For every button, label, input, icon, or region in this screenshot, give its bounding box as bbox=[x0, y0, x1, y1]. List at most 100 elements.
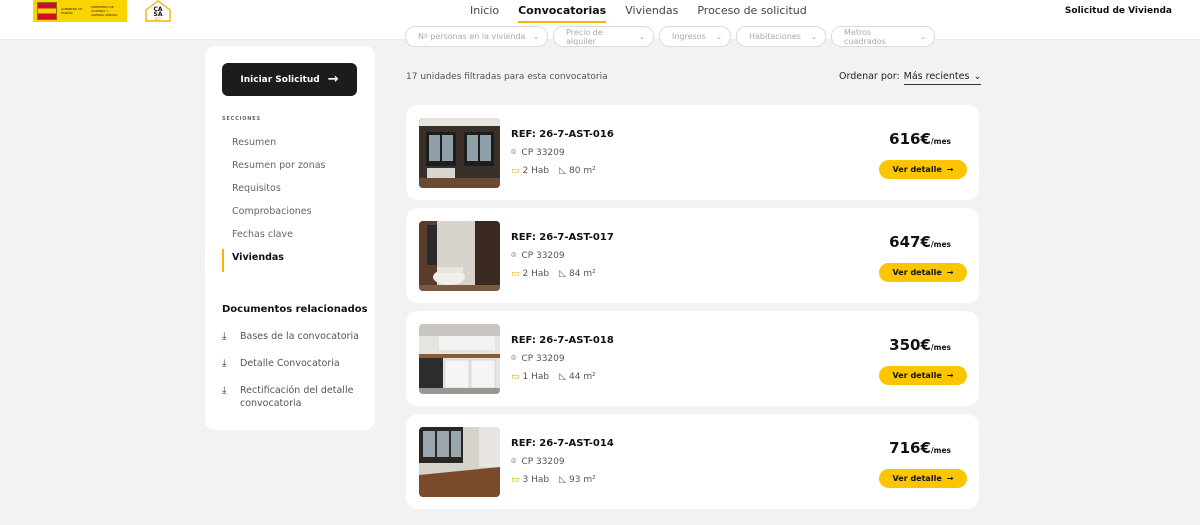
listing-price: 716€/mes bbox=[889, 439, 951, 457]
rooms-text: 1 Hab bbox=[522, 372, 550, 382]
location-pin-icon: ⌾ bbox=[511, 251, 517, 261]
listing-ref: REF: 26-7-AST-016 bbox=[511, 129, 614, 140]
doc-link-bases[interactable]: ⤓ Bases de la convocatoria bbox=[222, 330, 367, 343]
ministry-logo-text: MINISTERIO DE VIVIENDA Y AGENDA URBANA bbox=[91, 5, 118, 17]
casa-logo-line3: 47 bbox=[155, 17, 161, 22]
doc-link-label: Bases de la convocatoria bbox=[240, 331, 359, 342]
sections-list: Resumen Resumen por zonas Requisitos Com… bbox=[222, 134, 362, 272]
nav-item-convocatorias[interactable]: Convocatorias bbox=[518, 4, 607, 23]
chevron-down-icon: ⌄ bbox=[920, 32, 926, 41]
section-item-fechas-clave[interactable]: Fechas clave bbox=[222, 226, 362, 249]
ver-detalle-button[interactable]: Ver detalle → bbox=[879, 160, 967, 179]
listing-card[interactable]: REF: 26-7-AST-016 ⌾ CP 33209 ▭ 2 Hab ◺ 80 m… bbox=[406, 105, 979, 200]
doc-link-label: Detalle Convocatoria bbox=[240, 358, 340, 369]
listing-photo bbox=[419, 221, 500, 291]
listing-card[interactable]: REF: 26-7-AST-014 ⌾ CP 33209 ▭ 3 Hab ◺ 93 m… bbox=[406, 414, 979, 509]
price-value: 350€ bbox=[889, 336, 931, 354]
doc-link-rectificacion[interactable]: ⤓ Rectificación del detalle convocatoria bbox=[222, 384, 367, 410]
listing-postcode: ⌾ CP 33209 bbox=[511, 354, 565, 364]
filter-precio[interactable]: Precio de alquiler ⌄ bbox=[553, 26, 654, 47]
listing-photo bbox=[419, 118, 500, 188]
sort-select[interactable]: Más recientes ⌄ bbox=[903, 71, 982, 85]
filter-label: Precio de alquiler bbox=[566, 27, 603, 46]
gov-logo-text: GOBIERNO DE ESPAÑA bbox=[61, 7, 83, 15]
rooms-text: 2 Hab bbox=[522, 269, 550, 279]
filter-label: Nº personas en la vivienda bbox=[418, 32, 526, 41]
chevron-down-icon: ⌄ bbox=[973, 71, 982, 82]
ver-detalle-button[interactable]: Ver detalle → bbox=[879, 469, 967, 488]
area-icon: ◺ bbox=[559, 166, 567, 176]
sort-control: Ordenar por: Más recientes ⌄ bbox=[839, 71, 982, 85]
ver-detalle-button[interactable]: Ver detalle → bbox=[879, 263, 967, 282]
download-icon: ⤓ bbox=[222, 358, 227, 369]
area-text: 93 m² bbox=[569, 475, 596, 485]
doc-link-detalle[interactable]: ⤓ Detalle Convocatoria bbox=[222, 357, 367, 370]
price-value: 716€ bbox=[889, 439, 931, 457]
arrow-right-icon: → bbox=[946, 474, 954, 483]
section-item-viviendas[interactable]: Viviendas bbox=[222, 249, 362, 272]
listing-rooms: ▭ 1 Hab bbox=[511, 372, 549, 382]
price-value: 616€ bbox=[889, 130, 931, 148]
listing-meta: ▭ 2 Hab ◺ 84 m² bbox=[511, 269, 596, 279]
area-icon: ◺ bbox=[559, 372, 567, 382]
download-icon: ⤓ bbox=[222, 331, 227, 342]
listing-area: ◺ 84 m² bbox=[559, 269, 596, 279]
nav-item-viviendas[interactable]: Viviendas bbox=[625, 4, 678, 23]
sections-heading: SECCIONES bbox=[222, 116, 261, 122]
location-pin-icon: ⌾ bbox=[511, 354, 517, 364]
iniciar-solicitud-label: Iniciar Solicitud bbox=[240, 74, 320, 85]
area-icon: ◺ bbox=[559, 475, 567, 485]
filter-habitaciones[interactable]: Habitaciones ⌄ bbox=[736, 26, 826, 47]
listing-meta: ▭ 2 Hab ◺ 80 m² bbox=[511, 166, 596, 176]
listing-postcode: ⌾ CP 33209 bbox=[511, 457, 565, 467]
section-item-resumen-zonas[interactable]: Resumen por zonas bbox=[222, 157, 362, 180]
chevron-down-icon: ⌄ bbox=[533, 32, 539, 41]
arrow-right-icon: → bbox=[327, 72, 339, 87]
area-icon: ◺ bbox=[559, 269, 567, 279]
postcode-text: CP 33209 bbox=[521, 354, 565, 364]
iniciar-solicitud-button[interactable]: Iniciar Solicitud → bbox=[222, 63, 357, 96]
ver-detalle-button[interactable]: Ver detalle → bbox=[879, 366, 967, 385]
solicitud-vivienda-link[interactable]: Solicitud de Vivienda bbox=[1065, 6, 1172, 16]
ver-detalle-label: Ver detalle bbox=[892, 371, 942, 380]
chevron-down-icon: ⌄ bbox=[639, 32, 645, 41]
area-text: 80 m² bbox=[569, 166, 596, 176]
section-item-requisitos[interactable]: Requisitos bbox=[222, 180, 362, 203]
location-pin-icon: ⌾ bbox=[511, 148, 517, 158]
filter-label: Habitaciones bbox=[749, 32, 801, 41]
arrow-right-icon: → bbox=[946, 165, 954, 174]
listing-card[interactable]: REF: 26-7-AST-018 ⌾ CP 33209 ▭ 1 Hab ◺ 44 m… bbox=[406, 311, 979, 406]
chevron-down-icon: ⌄ bbox=[716, 32, 722, 41]
listing-postcode: ⌾ CP 33209 bbox=[511, 251, 565, 261]
listing-ref: REF: 26-7-AST-017 bbox=[511, 232, 614, 243]
download-icon: ⤓ bbox=[222, 385, 227, 396]
listing-card[interactable]: REF: 26-7-AST-017 ⌾ CP 33209 ▭ 2 Hab ◺ 84 m… bbox=[406, 208, 979, 303]
filter-personas[interactable]: Nº personas en la vivienda ⌄ bbox=[405, 26, 548, 47]
listing-area: ◺ 44 m² bbox=[559, 372, 596, 382]
sort-label: Ordenar por: bbox=[839, 71, 900, 82]
nav-item-proceso[interactable]: Proceso de solicitud bbox=[697, 4, 806, 23]
sort-value: Más recientes bbox=[903, 71, 970, 82]
postcode-text: CP 33209 bbox=[521, 148, 565, 158]
spain-shield-icon bbox=[37, 2, 57, 20]
listing-rooms: ▭ 2 Hab bbox=[511, 166, 549, 176]
arrow-right-icon: → bbox=[946, 371, 954, 380]
filter-metros[interactable]: Metros cuadrados ⌄ bbox=[831, 26, 935, 47]
price-unit: /mes bbox=[930, 343, 951, 352]
nav-item-inicio[interactable]: Inicio bbox=[470, 4, 499, 23]
listing-price: 350€/mes bbox=[889, 336, 951, 354]
government-logo[interactable]: GOBIERNO DE ESPAÑA MINISTERIO DE VIVIEND… bbox=[33, 0, 127, 22]
doc-link-label: Rectificación del detalle convocatoria bbox=[240, 385, 354, 409]
filter-bar: Nº personas en la vivienda ⌄ Precio de al… bbox=[405, 26, 935, 47]
casa47-logo[interactable]: CA SA 47 bbox=[145, 0, 171, 22]
price-unit: /mes bbox=[930, 446, 951, 455]
section-item-comprobaciones[interactable]: Comprobaciones bbox=[222, 203, 362, 226]
sidebar: Iniciar Solicitud → SECCIONES Resumen Re… bbox=[205, 46, 375, 430]
section-item-resumen[interactable]: Resumen bbox=[222, 134, 362, 157]
area-text: 84 m² bbox=[569, 269, 596, 279]
price-unit: /mes bbox=[930, 137, 951, 146]
listing-rooms: ▭ 2 Hab bbox=[511, 269, 549, 279]
listing-ref: REF: 26-7-AST-014 bbox=[511, 438, 614, 449]
chevron-down-icon: ⌄ bbox=[811, 32, 817, 41]
filter-ingresos[interactable]: Ingresos ⌄ bbox=[659, 26, 731, 47]
